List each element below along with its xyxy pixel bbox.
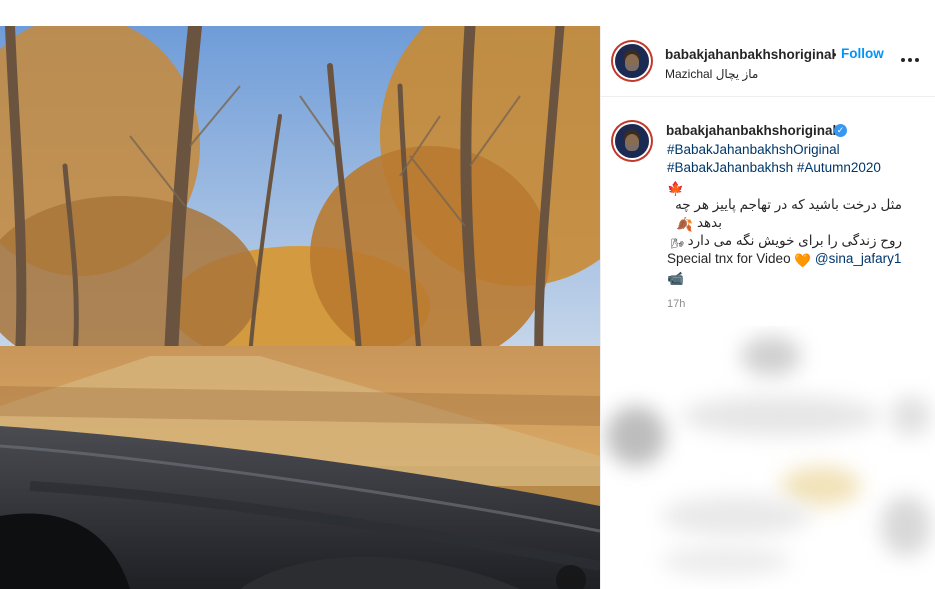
post-timestamp[interactable]: 17h: [667, 298, 685, 310]
separator-dot: •: [832, 47, 837, 62]
persian-word: بدهد: [696, 215, 722, 230]
verified-badge-icon: ✓: [834, 124, 847, 137]
caption-username[interactable]: babakjahanbakhshoriginal: [666, 123, 836, 138]
more-options-icon[interactable]: [901, 53, 919, 67]
post-video[interactable]: [0, 26, 600, 589]
post-header: babakjahanbakhshoriginal • Follow Mazich…: [601, 26, 935, 97]
persian-caption-line-1: مثل درخت باشید که در تهاجم پاییز هر چه: [675, 197, 902, 212]
credit-text: Special tnx for Video: [667, 251, 791, 266]
video-camera-icon: 📹: [667, 271, 684, 286]
persian-sentence: روح زندگی را برای خویش نگه می دارد: [687, 233, 902, 248]
blurred-shape: [661, 496, 811, 536]
author-avatar[interactable]: [615, 44, 649, 78]
maple-leaf-emoji: 🍁: [667, 178, 684, 198]
hashtag-line-2[interactable]: #BabakJahanbakhsh #Autumn2020: [667, 159, 881, 177]
blurred-shape: [681, 396, 881, 436]
blurred-shape: [891, 396, 931, 436]
autumn-forest-image: [0, 26, 600, 589]
post-side-panel: babakjahanbakhshoriginal • Follow Mazich…: [600, 26, 935, 589]
orange-heart-icon: 🧡: [794, 253, 812, 268]
camera-emoji-line: 📹: [667, 268, 684, 288]
blurred-shape: [606, 406, 666, 466]
blurred-shape: [661, 546, 791, 576]
credit-line: Special tnx for Video 🧡 @sina_jafary1: [667, 250, 901, 270]
blurred-shape: [741, 336, 801, 376]
hashtag-line-1[interactable]: #BabakJahanbakhshOriginal: [667, 141, 840, 159]
location-link[interactable]: Mazichal ماز یچال: [665, 67, 758, 81]
video-controls-button[interactable]: [556, 565, 586, 589]
follow-button[interactable]: Follow: [841, 46, 884, 61]
blurred-shape: [881, 496, 931, 556]
mention-link[interactable]: @sina_jafary1: [815, 251, 902, 266]
post-caption: babakjahanbakhshoriginal ✓ #BabakJahanba…: [601, 97, 935, 327]
blurred-shape: [781, 466, 861, 506]
caption-avatar[interactable]: [615, 124, 649, 158]
blurred-comments: [601, 326, 935, 589]
author-username[interactable]: babakjahanbakhshoriginal: [665, 47, 835, 62]
persian-caption-line-2: بدهد 🍂: [676, 214, 722, 234]
